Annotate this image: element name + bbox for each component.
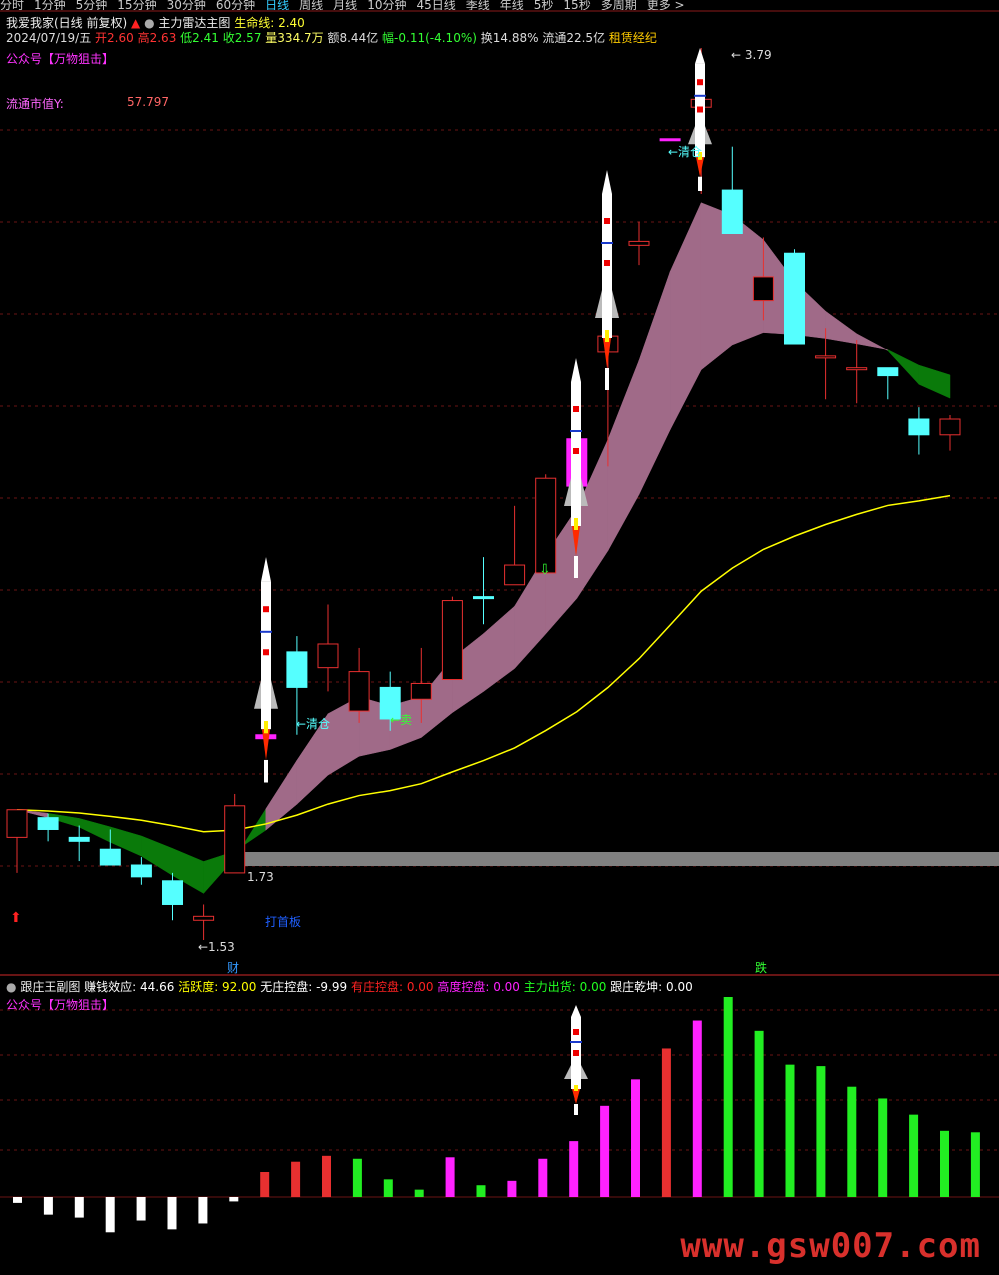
sub-bar-3	[105, 1197, 115, 1233]
sub-bar-17	[538, 1158, 548, 1197]
sub-bar-26	[816, 1066, 826, 1197]
sub-bar-29	[909, 1114, 919, 1197]
sub-bar-27	[847, 1086, 857, 1197]
sub-bar-30	[940, 1130, 949, 1197]
sub-bar-25	[785, 1064, 795, 1197]
sub-bar-9	[291, 1161, 301, 1197]
candle-body-3	[99, 848, 121, 866]
candle-body-26	[815, 355, 837, 359]
sub-bar-13	[414, 1189, 424, 1197]
sub-bar-0	[13, 1197, 22, 1203]
first-board-label: 打首板	[265, 915, 301, 929]
stock-chart[interactable]: ← 3.79 ←1.53 1.73 ←清仓 ←清仓 ←卖打首板财 跌 ⇩ ⬆	[0, 0, 999, 1275]
band-segment-15	[483, 605, 515, 692]
band-segment-21	[669, 202, 702, 430]
sub-bar-1	[43, 1197, 53, 1215]
sub-bar-22	[692, 1020, 702, 1197]
clear-position-label: ←清仓	[296, 717, 330, 731]
high-price-label: ← 3.79	[731, 48, 772, 62]
sub-bar-16	[507, 1180, 517, 1197]
band-segment-27	[856, 333, 889, 351]
candle-body-6	[193, 915, 215, 921]
wealth-marker: 财	[227, 961, 239, 975]
candle-body-10	[317, 643, 339, 669]
candle-body-23	[721, 189, 743, 235]
sub-bar-10	[322, 1155, 331, 1197]
sub-bar-31	[970, 1132, 980, 1197]
candle-body-2	[68, 836, 90, 842]
sub-bar-11	[352, 1158, 362, 1197]
sell-label: ←卖	[390, 713, 412, 727]
sub-bar-2	[74, 1197, 84, 1218]
clear-position-label: ←清仓	[668, 145, 702, 159]
sub-bar-8	[260, 1172, 270, 1197]
band-segment-26	[825, 310, 857, 345]
candle-body-9	[286, 651, 308, 688]
candle-body-28	[877, 367, 899, 377]
band-segment-20	[638, 271, 671, 495]
candle-body-20	[628, 240, 650, 246]
rocket-icon	[254, 557, 278, 783]
watermark: www.gsw007.com	[680, 1226, 981, 1266]
candle-body-16	[504, 564, 526, 586]
sub-bar-24	[754, 1030, 764, 1197]
candle-body-11	[348, 671, 370, 712]
candle-body-29	[908, 418, 930, 436]
band-segment-28	[887, 349, 920, 385]
sub-bar-6	[198, 1197, 208, 1224]
sub-bar-15	[476, 1185, 486, 1197]
sub-bar-19	[600, 1105, 610, 1197]
sub-bar-28	[878, 1098, 888, 1197]
candle-body-21	[659, 138, 681, 142]
candle-body-13	[410, 682, 432, 700]
band-segment-29	[918, 364, 951, 399]
candle-body-0	[6, 809, 28, 838]
candle-body-30	[939, 418, 961, 436]
sub-bar-20	[631, 1079, 640, 1197]
fall-marker: 跌	[755, 960, 767, 975]
sub-bar-14	[445, 1157, 455, 1197]
up-arrow-icon: ⬆	[10, 910, 22, 926]
sub-bar-4	[136, 1197, 146, 1221]
candle-body-4	[130, 864, 152, 878]
sub-bar-7	[229, 1197, 239, 1202]
sub-bar-23	[723, 997, 733, 1197]
candle-body-5	[162, 880, 183, 905]
rocket-icon	[564, 1005, 588, 1115]
down-arrow-icon: ⇩	[539, 562, 551, 578]
sub-bar-12	[383, 1179, 393, 1197]
sub-bar-5	[167, 1197, 177, 1230]
candle-body-15	[473, 596, 494, 600]
candle-body-14	[441, 600, 463, 681]
rocket-icon	[595, 170, 619, 390]
rocket-icon	[688, 48, 712, 191]
candle-body-27	[846, 367, 868, 371]
candle-body-24	[752, 276, 774, 302]
support-bar	[245, 852, 999, 866]
band-segment-19	[607, 360, 640, 551]
candle-body-17	[535, 477, 557, 574]
candle-body-7	[224, 805, 246, 874]
sub-bar-21	[661, 1048, 671, 1197]
candle-body-25	[784, 252, 805, 345]
low-price-label: ←1.53	[198, 940, 235, 954]
board-price-label: 1.73	[247, 870, 274, 884]
sub-bar-18	[569, 1141, 579, 1197]
candle-body-1	[37, 817, 59, 830]
